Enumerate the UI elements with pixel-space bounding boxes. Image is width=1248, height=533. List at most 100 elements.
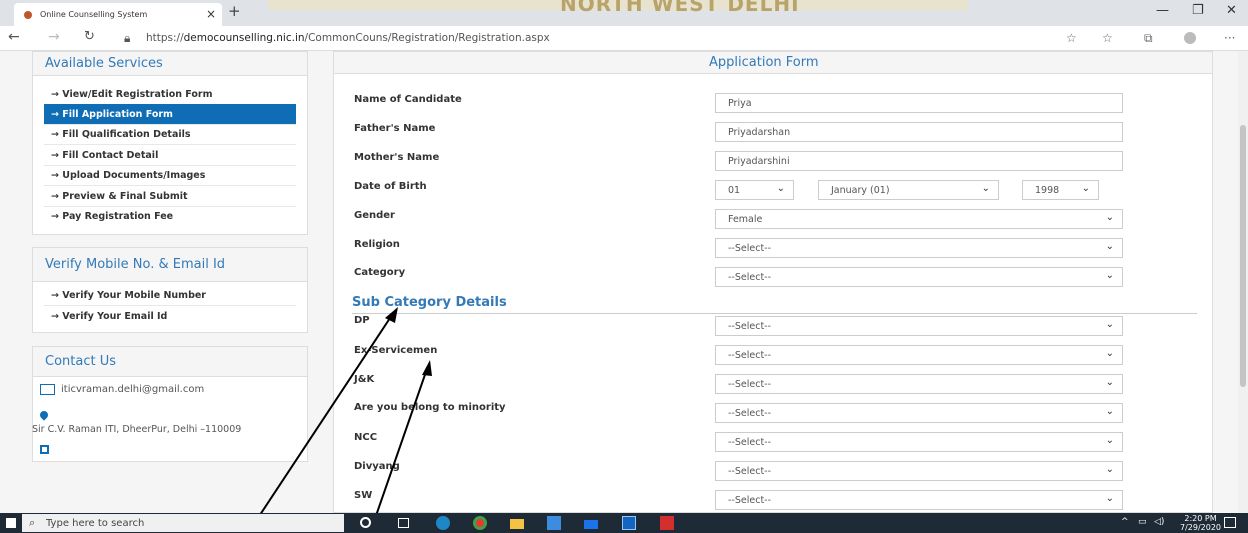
minority-label: Are you belong to minority: [354, 402, 506, 413]
religion-select[interactable]: --Select-- ⌄: [715, 238, 1123, 258]
browser-tab-bar: NORTH WEST DELHI Online Counselling Syst…: [0, 0, 1248, 26]
forward-arrow-icon[interactable]: →: [48, 29, 60, 45]
dob-month-value: January (01): [831, 184, 890, 196]
minimize-icon[interactable]: —: [1156, 3, 1169, 18]
sidebar-item-verify-email[interactable]: → Verify Your Email Id: [44, 306, 296, 327]
chevron-down-icon: ⌄: [1081, 183, 1090, 194]
dp-value: --Select--: [728, 320, 772, 332]
contact-email[interactable]: iticvraman.delhi@gmail.com: [61, 384, 204, 395]
volume-icon[interactable]: ◁): [1154, 517, 1164, 527]
candidate-name-label: Name of Candidate: [354, 94, 462, 105]
collections-icon[interactable]: ⧉: [1144, 31, 1153, 46]
divyang-value: --Select--: [728, 465, 772, 477]
sidebar-item-preview-submit[interactable]: → Preview & Final Submit: [44, 186, 296, 207]
tray-chevron-icon[interactable]: ^: [1121, 517, 1129, 527]
category-label: Category: [354, 267, 406, 278]
ncc-label: NCC: [354, 432, 378, 443]
divyang-select[interactable]: --Select-- ⌄: [715, 461, 1123, 481]
close-window-icon[interactable]: ✕: [1226, 3, 1237, 18]
taskbar-clock[interactable]: 2:20 PM 7/29/2020: [1180, 514, 1221, 532]
sidebar-item-fill-qualification[interactable]: → Fill Qualification Details: [44, 124, 296, 145]
new-tab-icon[interactable]: +: [228, 2, 241, 20]
gender-value: Female: [728, 213, 763, 225]
ex-servicemen-value: --Select--: [728, 349, 772, 361]
edge-browser-icon[interactable]: [436, 516, 450, 530]
chevron-down-icon: ⌄: [1105, 348, 1114, 359]
father-name-input[interactable]: Priyadarshan: [715, 122, 1123, 142]
ncc-select[interactable]: --Select-- ⌄: [715, 432, 1123, 452]
sw-value: --Select--: [728, 494, 772, 506]
taskbar-search-box[interactable]: ⌕ Type here to search: [22, 514, 344, 532]
scrollbar-thumb[interactable]: [1240, 125, 1246, 387]
address-bar: ← → ↻ 🔒︎ https://democounselling.nic.in/…: [0, 26, 1248, 51]
contact-title: Contact Us: [45, 354, 116, 369]
mail-app-icon[interactable]: [584, 520, 598, 529]
browser-tab[interactable]: Online Counselling System ×: [14, 3, 222, 26]
application-form-panel: Application Form Name of Candidate Priya…: [333, 51, 1213, 513]
ex-servicemen-label: Ex-Servicemen: [354, 345, 438, 356]
gender-select[interactable]: Female ⌄: [715, 209, 1123, 229]
verify-title: Verify Mobile No. & Email Id: [45, 257, 226, 272]
sidebar-item-upload-documents[interactable]: → Upload Documents/Images: [44, 165, 296, 186]
clock-date: 7/29/2020: [1180, 523, 1222, 532]
sw-label: SW: [354, 490, 373, 501]
store-icon[interactable]: [547, 516, 561, 530]
profile-avatar-icon[interactable]: [1184, 32, 1196, 44]
sub-category-heading: Sub Category Details: [352, 295, 507, 310]
jk-select[interactable]: --Select-- ⌄: [715, 374, 1123, 394]
dp-label: DP: [354, 315, 370, 326]
mail-icon: [40, 384, 55, 395]
contact-address: Sir C.V. Raman ITI, DheerPur, Delhi –110…: [32, 424, 242, 435]
dob-year-select[interactable]: 1998 ⌄: [1022, 180, 1099, 200]
dob-year-value: 1998: [1035, 184, 1060, 196]
dp-select[interactable]: --Select-- ⌄: [715, 316, 1123, 336]
minority-value: --Select--: [728, 407, 772, 419]
windows-taskbar: ⌕ Type here to search ^ ▭ ◁) 2:20 PM 7/2…: [0, 513, 1248, 533]
refresh-icon[interactable]: ↻: [84, 29, 95, 44]
chevron-down-icon: ⌄: [1105, 377, 1114, 388]
taskbar-search-placeholder: Type here to search: [46, 517, 145, 529]
sidebar-item-verify-mobile[interactable]: → Verify Your Mobile Number: [44, 285, 296, 306]
sub-category-divider: [352, 313, 1197, 314]
chrome-icon[interactable]: [473, 516, 487, 530]
url-field[interactable]: https://democounselling.nic.in/CommonCou…: [146, 32, 550, 44]
religion-label: Religion: [354, 239, 400, 250]
page-banner-text: NORTH WEST DELHI: [560, 0, 800, 16]
network-icon[interactable]: ▭: [1138, 517, 1147, 527]
dob-day-select[interactable]: 01 ⌄: [715, 180, 794, 200]
chevron-down-icon: ⌄: [1105, 241, 1114, 252]
close-tab-icon[interactable]: ×: [206, 7, 216, 21]
search-icon: ⌕: [29, 516, 36, 529]
candidate-name-input[interactable]: Priya: [715, 93, 1123, 113]
sw-select[interactable]: --Select-- ⌄: [715, 490, 1123, 510]
sidebar-item-pay-fee[interactable]: → Pay Registration Fee: [44, 206, 296, 227]
sidebar-item-fill-application[interactable]: → Fill Application Form: [44, 104, 296, 125]
more-menu-icon[interactable]: ···: [1224, 31, 1235, 45]
favorite-star-icon[interactable]: ☆: [1066, 31, 1077, 45]
acrobat-icon[interactable]: [660, 516, 674, 530]
chevron-down-icon: ⌄: [1105, 270, 1114, 281]
favorites-list-icon[interactable]: ☆: [1102, 31, 1113, 45]
application-form-title: Application Form: [709, 55, 819, 70]
mother-name-input[interactable]: Priyadarshini: [715, 151, 1123, 171]
sidebar-item-view-edit-registration[interactable]: → View/Edit Registration Form: [44, 84, 296, 105]
lock-icon: 🔒︎: [124, 31, 131, 45]
back-arrow-icon[interactable]: ←: [8, 29, 20, 45]
phone-icon: [40, 445, 49, 454]
dob-month-select[interactable]: January (01) ⌄: [818, 180, 999, 200]
maximize-icon[interactable]: ❐: [1192, 3, 1204, 18]
clock-time: 2:20 PM: [1184, 514, 1217, 523]
notifications-icon[interactable]: [1224, 517, 1236, 528]
gender-label: Gender: [354, 210, 395, 221]
task-view-icon[interactable]: [398, 518, 409, 528]
ex-servicemen-select[interactable]: --Select-- ⌄: [715, 345, 1123, 365]
jk-label: J&K: [354, 374, 375, 385]
sidebar-item-fill-contact[interactable]: → Fill Contact Detail: [44, 145, 296, 166]
category-select[interactable]: --Select-- ⌄: [715, 267, 1123, 287]
file-explorer-icon[interactable]: [510, 519, 524, 529]
windows-start-icon[interactable]: [6, 518, 16, 528]
chevron-down-icon: ⌄: [1105, 435, 1114, 446]
minority-select[interactable]: --Select-- ⌄: [715, 403, 1123, 423]
cortana-icon[interactable]: [360, 517, 371, 528]
word-app-icon[interactable]: [622, 516, 636, 530]
